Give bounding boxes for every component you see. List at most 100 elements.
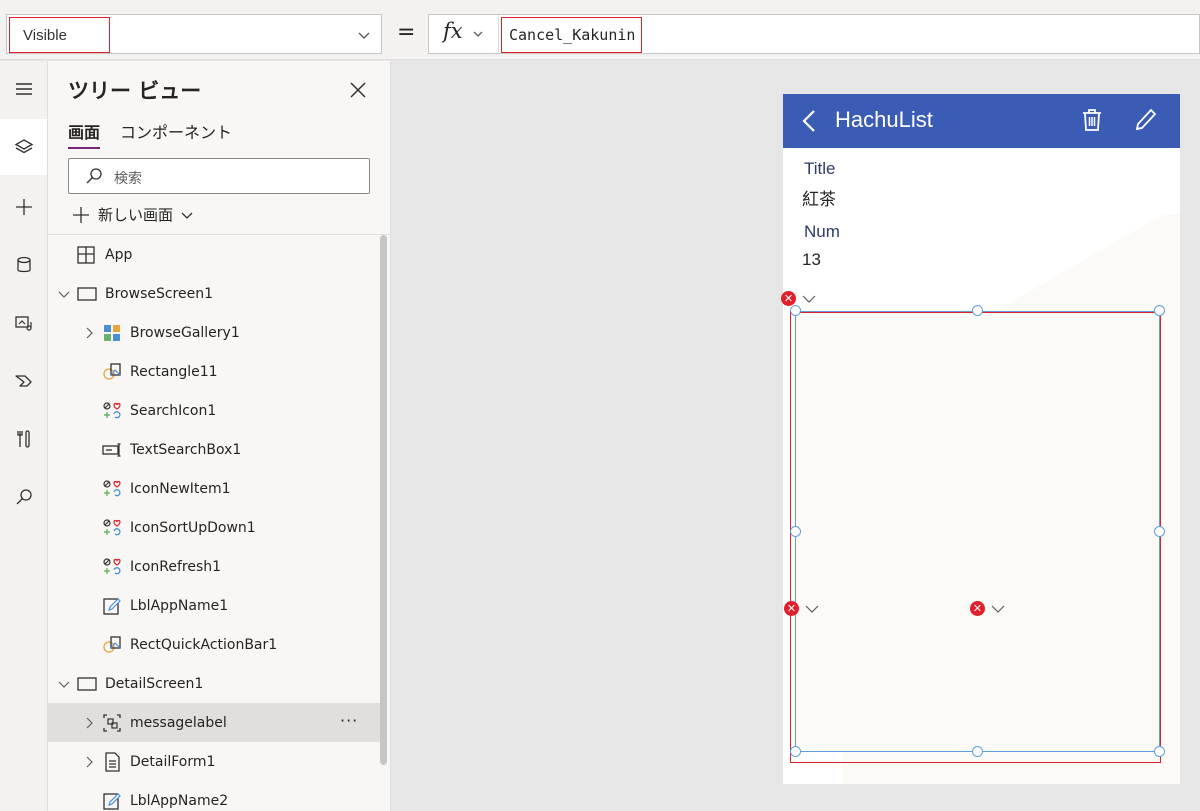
app-header-title: HachuList (835, 107, 933, 132)
tab-screens[interactable]: 画面 (68, 119, 101, 149)
tree-item[interactable]: BrowseGallery1 (48, 313, 380, 352)
tree-item-label: App (105, 247, 133, 263)
field-value-num: 13 (802, 250, 821, 269)
left-rail (0, 61, 48, 811)
chevron-down-icon[interactable] (802, 294, 816, 304)
media-icon (14, 316, 32, 331)
power-automate-button[interactable] (0, 353, 47, 409)
tree-item[interactable]: TextSearchBox1 (48, 430, 380, 469)
label-icon (103, 598, 121, 615)
tree-item[interactable]: SearchIcon1 (48, 391, 380, 430)
chevron-right-icon[interactable] (83, 717, 95, 729)
tree-tabs: 画面 コンポーネント (68, 119, 252, 149)
shape-icon (103, 636, 121, 653)
resize-handle[interactable] (790, 526, 801, 537)
scrollbar[interactable] (380, 235, 387, 765)
power-automate-icon (14, 375, 32, 387)
tree-item-label: DetailForm1 (130, 754, 216, 770)
error-indicator[interactable]: ✕ (784, 601, 819, 616)
fx-icon[interactable]: fx (443, 19, 463, 43)
resize-handle[interactable] (1154, 746, 1165, 757)
search-icon (16, 489, 32, 505)
resize-handle[interactable] (972, 305, 983, 316)
data-button[interactable] (0, 237, 47, 293)
resize-handle[interactable] (972, 746, 983, 757)
tree-item[interactable]: BrowseScreen1 (48, 274, 380, 313)
resize-handle[interactable] (1154, 526, 1165, 537)
close-icon[interactable] (349, 81, 367, 99)
more-options-button[interactable]: ··· (340, 711, 358, 730)
back-arrow-icon[interactable] (801, 109, 817, 133)
formula-bar: Visible = fx Cancel_Kakunin (0, 0, 1200, 60)
panel-title: ツリー ビュー (68, 79, 202, 103)
group-icon (103, 714, 121, 732)
chevron-right-icon[interactable] (83, 756, 95, 768)
tree-item-label: SearchIcon1 (130, 403, 217, 419)
error-icon: ✕ (781, 291, 796, 306)
plus-icon (15, 199, 32, 215)
chevron-down-icon[interactable] (58, 288, 70, 300)
media-button[interactable] (0, 295, 47, 351)
tab-components[interactable]: コンポーネント (120, 119, 232, 149)
tree-item-label: BrowseGallery1 (130, 325, 240, 341)
tree-item[interactable]: Rectangle11 (48, 352, 380, 391)
textinput-icon (102, 443, 121, 457)
search-placeholder: 検索 (114, 171, 142, 187)
tree-item-label: messagelabel (130, 715, 227, 731)
icons-control-icon (103, 480, 121, 497)
search-button[interactable] (0, 469, 47, 525)
gallery-icon (104, 325, 120, 341)
tree-list: App BrowseScreen1 BrowseGallery1 Rectangle1… (48, 235, 380, 811)
tree-item[interactable]: LblAppName1 (48, 586, 380, 625)
tree-item-label: IconNewItem1 (130, 481, 231, 497)
advanced-tools-button[interactable] (0, 411, 47, 467)
formula-input[interactable]: fx Cancel_Kakunin (428, 14, 1200, 54)
new-screen-button[interactable]: 新しい画面 (72, 204, 193, 225)
tree-item[interactable]: RectQuickActionBar1 (48, 625, 380, 664)
form-icon (105, 752, 120, 772)
tree-item[interactable]: App (48, 235, 380, 274)
chevron-down-icon[interactable] (991, 604, 1005, 614)
tree-item[interactable]: IconNewItem1 (48, 469, 380, 508)
chevron-down-icon[interactable] (472, 28, 484, 40)
trash-icon[interactable] (1081, 108, 1103, 132)
resize-handle[interactable] (790, 746, 801, 757)
tree-item[interactable]: IconSortUpDown1 (48, 508, 380, 547)
chevron-down-icon[interactable] (58, 678, 70, 690)
icons-control-icon (103, 558, 121, 575)
search-input[interactable]: 検索 (68, 158, 370, 194)
field-value-title: 紅茶 (802, 190, 836, 209)
layers-icon (14, 139, 33, 154)
edit-pencil-icon[interactable] (1133, 107, 1157, 133)
tree-item-label: TextSearchBox1 (130, 442, 242, 458)
chevron-right-icon[interactable] (83, 327, 95, 339)
tree-item[interactable]: LblAppName2 (48, 781, 380, 811)
property-value: Visible (9, 17, 110, 53)
resize-handle[interactable] (790, 305, 801, 316)
shape-icon (103, 363, 121, 380)
tree-item[interactable]: DetailForm1 (48, 742, 380, 781)
selection-outline (790, 312, 1161, 763)
property-dropdown[interactable]: Visible (6, 14, 382, 54)
insert-button[interactable] (0, 179, 47, 235)
field-label-title: Title (804, 159, 836, 178)
tree-item-label: IconRefresh1 (130, 559, 222, 575)
error-indicator[interactable]: ✕ (970, 601, 1005, 616)
icons-control-icon (103, 402, 121, 419)
formula-text[interactable]: Cancel_Kakunin (501, 17, 643, 53)
icons-control-icon (103, 519, 121, 536)
tree-item[interactable]: IconRefresh1 (48, 547, 380, 586)
tree-item[interactable]: messagelabel ··· (48, 703, 380, 742)
tree-view-button[interactable] (0, 119, 47, 175)
search-icon (86, 168, 102, 184)
hamburger-button[interactable] (0, 61, 47, 117)
label-icon (103, 793, 121, 810)
error-indicator[interactable]: ✕ (781, 291, 816, 306)
tree-item-label: BrowseScreen1 (105, 286, 214, 302)
chevron-down-icon[interactable] (805, 604, 819, 614)
tools-icon (16, 430, 30, 448)
tree-item[interactable]: DetailScreen1 (48, 664, 380, 703)
resize-handle[interactable] (1154, 305, 1165, 316)
tree-item-label: LblAppName2 (130, 793, 229, 809)
app-header[interactable]: HachuList (783, 94, 1180, 148)
